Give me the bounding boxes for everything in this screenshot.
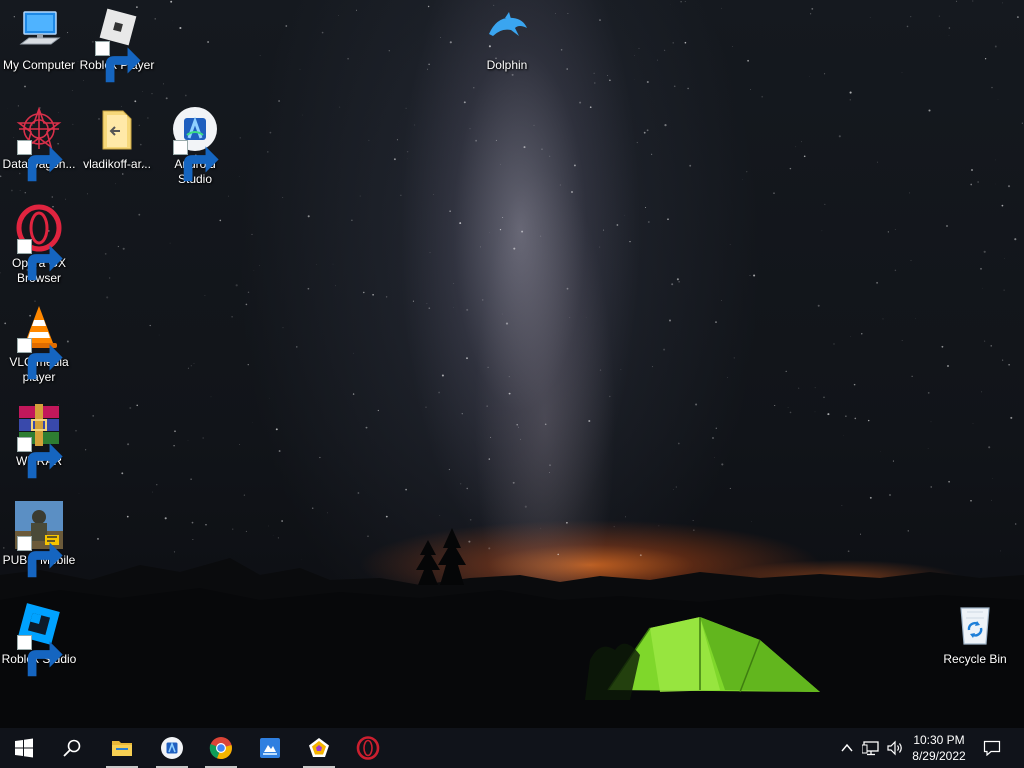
network-icon — [862, 741, 879, 756]
taskbar: 10:30 PM 8/29/2022 — [0, 728, 1024, 768]
pentagon-app-icon — [309, 738, 329, 757]
desktop-icon-opera-gx[interactable]: Opera GX Browser — [0, 204, 78, 286]
taskbar-file-explorer[interactable] — [98, 728, 146, 768]
show-hidden-icons-button[interactable] — [836, 728, 858, 768]
taskbar-opera[interactable] — [344, 728, 392, 768]
datawagon-icon — [15, 105, 63, 182]
search-icon — [63, 739, 81, 757]
shortcut-arrow-icon — [17, 437, 63, 479]
winrar-icon — [15, 402, 63, 479]
shortcut-arrow-icon — [17, 239, 63, 281]
pubg-icon — [15, 501, 63, 578]
search-button[interactable] — [48, 728, 96, 768]
computer-icon — [15, 6, 63, 54]
desktop-icon-vladikoff-folder[interactable]: vladikoff-ar... — [78, 105, 156, 172]
desktop-icon-datawagon[interactable]: DataWagon... — [0, 105, 78, 182]
desktop-icon-recycle-bin[interactable]: Recycle Bin — [936, 600, 1014, 667]
desktop-icon-roblox-player[interactable]: Roblox Player — [78, 6, 156, 83]
app-icon — [260, 738, 280, 758]
recycle-bin-icon — [951, 600, 999, 648]
dolphin-icon — [483, 6, 531, 54]
desktop-icon-label: Recycle Bin — [943, 652, 1007, 666]
action-center-button[interactable] — [976, 728, 1008, 768]
volume-icon — [887, 740, 902, 756]
desktop-icon-winrar[interactable]: WinRAR — [0, 402, 78, 479]
file-explorer-icon — [112, 741, 132, 756]
desktop-icon-label: My Computer — [2, 58, 76, 72]
opera-icon — [356, 736, 380, 760]
start-button[interactable] — [0, 728, 48, 768]
network-tray-button[interactable] — [860, 728, 882, 768]
clock-date: 8/29/2022 — [912, 749, 966, 763]
windows-logo-icon — [15, 738, 33, 758]
notification-icon — [983, 740, 1001, 756]
desktop-icon-android-studio[interactable]: Android Studio — [156, 105, 234, 187]
desktop-icon-roblox-studio[interactable]: Roblox Studio — [0, 600, 78, 677]
taskbar-clock[interactable]: 10:30 PM 8/29/2022 — [904, 728, 974, 768]
chrome-icon — [209, 737, 232, 760]
roblox-studio-icon — [15, 600, 63, 677]
taskbar-android-studio[interactable] — [148, 728, 196, 768]
desktop-icon-vlc[interactable]: VLC media player — [0, 303, 78, 385]
desktop-icon-label: Dolphin — [486, 58, 528, 72]
shortcut-arrow-icon — [17, 635, 63, 677]
volume-tray-button[interactable] — [884, 728, 906, 768]
shortcut-arrow-icon — [173, 140, 219, 182]
shortcut-arrow-icon — [17, 140, 63, 182]
shortcut-arrow-icon — [17, 338, 63, 380]
vlc-icon — [15, 303, 63, 380]
desktop-icon-dolphin[interactable]: Dolphin — [468, 6, 546, 73]
android-studio-icon — [161, 737, 183, 759]
shortcut-arrow-icon — [17, 536, 63, 578]
taskbar-pentagon-app[interactable] — [295, 728, 343, 768]
folder-icon — [93, 105, 141, 153]
chevron-up-icon — [841, 743, 853, 752]
opera-gx-icon — [15, 204, 63, 281]
roblox-icon — [93, 6, 141, 83]
android-studio-icon — [171, 105, 219, 182]
desktop-icon-label: vladikoff-ar... — [83, 157, 151, 171]
desktop-icon-pubg-mobile[interactable]: PUBG Mobile — [0, 501, 78, 578]
clock-time: 10:30 PM — [913, 733, 965, 747]
taskbar-chrome[interactable] — [197, 728, 245, 768]
shortcut-arrow-icon — [95, 41, 141, 83]
taskbar-app[interactable] — [246, 728, 294, 768]
desktop-icon-my-computer[interactable]: My Computer — [0, 6, 78, 73]
